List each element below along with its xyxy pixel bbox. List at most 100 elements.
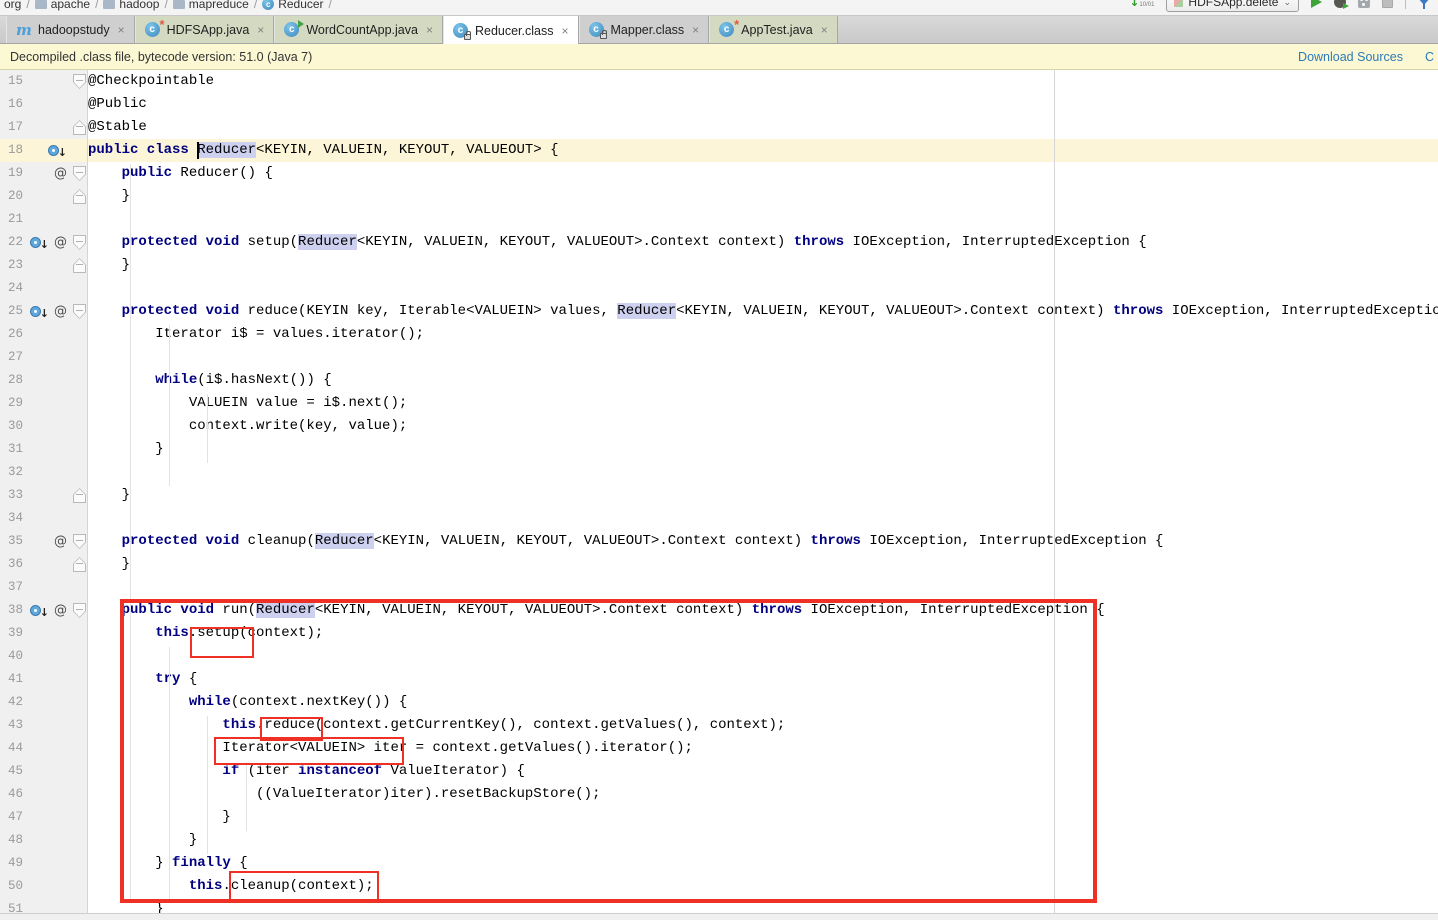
fold-marker[interactable]	[73, 120, 86, 135]
tab-label: WordCountApp.java	[306, 23, 418, 37]
fold-marker[interactable]	[73, 258, 86, 273]
fold-marker[interactable]	[73, 557, 86, 572]
gutter: 33	[0, 484, 88, 507]
code-line-35[interactable]: 35@ protected void cleanup(Reducer<KEYIN…	[0, 530, 1438, 553]
run-overlay-icon	[298, 20, 304, 28]
close-icon[interactable]: ×	[821, 24, 828, 36]
code-line-37[interactable]: 37	[0, 576, 1438, 599]
line-number: 32	[8, 461, 23, 484]
code-line-36[interactable]: 36 }	[0, 553, 1438, 576]
code-line-27[interactable]: 27	[0, 346, 1438, 369]
code-line-15[interactable]: 15@Checkpointable	[0, 70, 1438, 93]
fold-marker[interactable]	[73, 235, 86, 250]
tab-hadoopstudy[interactable]: mhadoopstudy×	[6, 16, 135, 43]
breadcrumb-item-hadoop[interactable]: hadoop	[103, 0, 159, 11]
gutter: 48	[0, 829, 88, 852]
code-line-32[interactable]: 32	[0, 461, 1438, 484]
close-icon[interactable]: ×	[692, 24, 699, 36]
code-line-51[interactable]: 51 }	[0, 898, 1438, 913]
code-line-23[interactable]: 23 }	[0, 254, 1438, 277]
close-icon[interactable]: ×	[426, 24, 433, 36]
fold-marker[interactable]	[73, 74, 86, 89]
code-line-42[interactable]: 42 while(context.nextKey()) {	[0, 691, 1438, 714]
overridden-method-icon[interactable]: ↓	[30, 603, 49, 619]
code-line-50[interactable]: 50 this.cleanup(context);	[0, 875, 1438, 898]
code-line-28[interactable]: 28 while(i$.hasNext()) {	[0, 369, 1438, 392]
download-sources-link[interactable]: Download Sources	[1298, 50, 1403, 64]
code-line-29[interactable]: 29 VALUEIN value = i$.next();	[0, 392, 1438, 415]
overridden-method-icon[interactable]: ↓	[48, 143, 67, 159]
folder-icon	[35, 0, 47, 9]
code-text: public void run(Reducer<KEYIN, VALUEIN, …	[88, 599, 1438, 622]
code-line-16[interactable]: 16@Public	[0, 93, 1438, 116]
code-line-22[interactable]: 22↓@ protected void setup(Reducer<KEYIN,…	[0, 231, 1438, 254]
coverage-button[interactable]	[1358, 0, 1370, 8]
line-number: 44	[8, 737, 23, 760]
code-line-44[interactable]: 44 Iterator<VALUEIN> iter = context.getV…	[0, 737, 1438, 760]
code-line-39[interactable]: 39 this.setup(context);	[0, 622, 1438, 645]
breadcrumb-separator: /	[254, 0, 257, 11]
run-configuration-dropdown[interactable]: HDFSApp.delete ⌄	[1166, 0, 1299, 12]
gutter: 31	[0, 438, 88, 461]
fold-marker[interactable]	[73, 304, 86, 319]
code-text	[88, 645, 1438, 668]
line-number: 49	[8, 852, 23, 875]
code-line-48[interactable]: 48 }	[0, 829, 1438, 852]
fold-marker[interactable]	[73, 189, 86, 204]
configure-link[interactable]: C	[1425, 50, 1434, 64]
code-line-18[interactable]: 18↓public class Reducer<KEYIN, VALUEIN, …	[0, 139, 1438, 162]
fold-marker[interactable]	[73, 488, 86, 503]
fold-marker[interactable]	[73, 166, 86, 181]
code-line-21[interactable]: 21	[0, 208, 1438, 231]
tab-HDFSApp.java[interactable]: c*HDFSApp.java×	[135, 16, 275, 43]
gutter: 32	[0, 461, 88, 484]
code-line-19[interactable]: 19@ public Reducer() {	[0, 162, 1438, 185]
tab-WordCountApp.java[interactable]: cWordCountApp.java×	[274, 16, 443, 43]
breadcrumb-item-org[interactable]: org	[4, 0, 21, 11]
code-line-26[interactable]: 26 Iterator i$ = values.iterator();	[0, 323, 1438, 346]
code-line-47[interactable]: 47 }	[0, 806, 1438, 829]
close-icon[interactable]: ×	[257, 24, 264, 36]
breadcrumb-bar: org/apache/hadoop/mapreduce/cReducer/ ↓1…	[0, 0, 1438, 16]
code-line-30[interactable]: 30 context.write(key, value);	[0, 415, 1438, 438]
code-line-40[interactable]: 40	[0, 645, 1438, 668]
code-line-38[interactable]: 38↓@ public void run(Reducer<KEYIN, VALU…	[0, 599, 1438, 622]
debug-button[interactable]	[1334, 0, 1346, 8]
line-number: 34	[8, 507, 23, 530]
code-line-43[interactable]: 43 this.reduce(context.getCurrentKey(), …	[0, 714, 1438, 737]
code-line-25[interactable]: 25↓@ protected void reduce(KEYIN key, It…	[0, 300, 1438, 323]
tab-Mapper.class[interactable]: cMapper.class×	[579, 16, 710, 43]
line-number: 41	[8, 668, 23, 691]
code-text	[88, 346, 1438, 369]
overridden-method-icon[interactable]: ↓	[30, 235, 49, 251]
breadcrumb-item-apache[interactable]: apache	[35, 0, 90, 11]
gutter: 47	[0, 806, 88, 829]
code-line-45[interactable]: 45 if (iter instanceof ValueIterator) {	[0, 760, 1438, 783]
tab-AppTest.java[interactable]: c*AppTest.java×	[709, 16, 838, 43]
code-line-17[interactable]: 17@Stable	[0, 116, 1438, 139]
gutter: 22↓@	[0, 231, 88, 254]
code-line-24[interactable]: 24	[0, 277, 1438, 300]
filter-icon[interactable]	[1418, 0, 1430, 6]
breadcrumb-item-Reducer[interactable]: cReducer	[262, 0, 323, 11]
code-line-41[interactable]: 41 try {	[0, 668, 1438, 691]
overridden-method-icon[interactable]: ↓	[30, 304, 49, 320]
code-line-33[interactable]: 33 }	[0, 484, 1438, 507]
run-button[interactable]	[1311, 0, 1322, 8]
fold-marker[interactable]	[73, 603, 86, 618]
code-editor[interactable]: 15@Checkpointable16@Public17@Stable18↓pu…	[0, 70, 1438, 913]
code-text: }	[88, 553, 1438, 576]
update-application-icon[interactable]: ↓10/01	[1129, 0, 1154, 9]
code-line-49[interactable]: 49 } finally {	[0, 852, 1438, 875]
code-line-46[interactable]: 46 ((ValueIterator)iter).resetBackupStor…	[0, 783, 1438, 806]
breadcrumb-separator: /	[26, 0, 29, 11]
tab-Reducer.class[interactable]: cReducer.class×	[443, 16, 579, 45]
code-text: } finally {	[88, 852, 1438, 875]
code-line-31[interactable]: 31 }	[0, 438, 1438, 461]
close-icon[interactable]: ×	[118, 24, 125, 36]
breadcrumb-item-mapreduce[interactable]: mapreduce	[173, 0, 249, 11]
code-line-34[interactable]: 34	[0, 507, 1438, 530]
code-line-20[interactable]: 20 }	[0, 185, 1438, 208]
fold-marker[interactable]	[73, 534, 86, 549]
close-icon[interactable]: ×	[561, 25, 568, 37]
